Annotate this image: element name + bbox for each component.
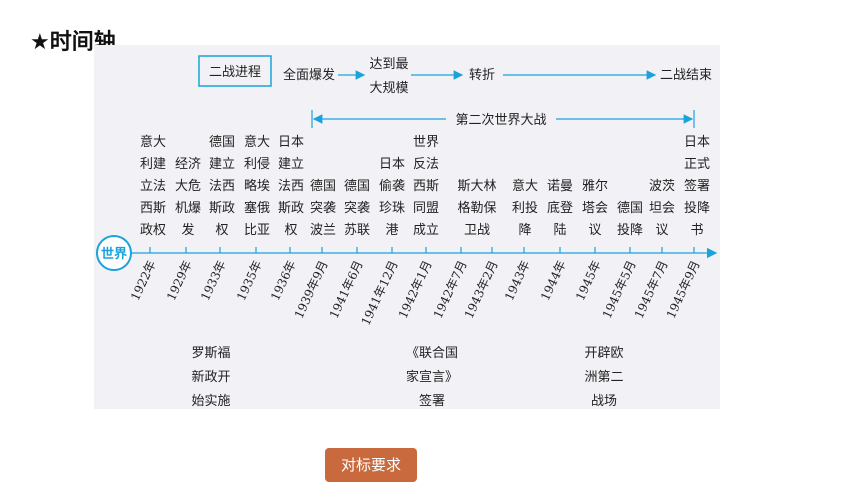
event-text-line: 意大	[244, 134, 270, 150]
event-text-line: 德国	[344, 179, 370, 194]
event-text-line: 经济	[175, 157, 201, 172]
event-text-line: 突袭	[310, 200, 336, 216]
event-text-line: 德国	[209, 135, 235, 150]
event-text-line: 诺曼	[547, 179, 573, 194]
event-year-label: 1933年	[198, 258, 229, 302]
below-note-line: 开辟欧	[584, 346, 623, 361]
event-text-line: 斯大林	[457, 179, 496, 194]
event-year-label: 1941年12月	[359, 258, 401, 327]
timeline-diagram: 二战进程 全面爆发 达到最 大规模 转折 二战结束 第二次世界大战 世界 意大利…	[96, 55, 718, 409]
event-text-line: 波兰	[310, 223, 336, 238]
event-text-line: 利建	[140, 157, 166, 172]
event-text-line: 反法	[413, 157, 439, 172]
event-text-line: 建立	[209, 157, 235, 172]
below-note-line: 战场	[591, 394, 617, 409]
event-text-line: 卫战	[464, 223, 490, 238]
event-text-line: 意大	[512, 178, 538, 194]
event-text-line: 同盟	[413, 201, 439, 216]
event-text-line: 偷袭	[379, 179, 405, 194]
event-text-line: 陆	[553, 222, 566, 238]
event-text-line: 政权	[140, 222, 166, 238]
stage-peak-line2: 大规模	[369, 81, 408, 96]
stage-end: 二战结束	[660, 68, 712, 83]
event-text-line: 权	[215, 222, 228, 238]
event-text-line: 西斯	[140, 201, 166, 216]
event-text-line: 成立	[413, 223, 439, 238]
event-text-line: 意大	[140, 134, 166, 150]
event-text-line: 投降	[684, 200, 710, 216]
event-year-label: 1935年	[234, 258, 265, 302]
event-text-line: 书	[690, 223, 703, 238]
event-text-line: 塞俄	[244, 200, 270, 216]
event-text-line: 德国	[617, 201, 643, 216]
progress-label: 二战进程	[209, 65, 261, 80]
event-text-line: 大危	[175, 179, 201, 194]
event-text-line: 西斯	[413, 179, 439, 194]
event-year-label: 1936年	[268, 258, 299, 302]
event-year-label: 1941年6月	[327, 258, 366, 320]
stage-turning: 转折	[469, 68, 495, 83]
event-text-line: 苏联	[344, 222, 370, 238]
event-text-line: 法西	[278, 179, 304, 194]
event-year-label: 1945年	[573, 258, 604, 302]
event-year-label: 1943年	[502, 258, 533, 302]
below-note-line: 新政开	[191, 369, 230, 385]
span-label: 第二次世界大战	[455, 112, 546, 128]
below-note-line: 《联合国	[406, 346, 458, 361]
event-text-line: 投降	[617, 222, 643, 238]
event-text-line: 斯政	[278, 201, 304, 216]
axis-label: 世界	[101, 246, 127, 262]
below-note-line: 罗斯福	[191, 346, 230, 361]
event-text-line: 波茨	[649, 179, 675, 194]
event-text-line: 比亚	[244, 223, 270, 238]
event-text-line: 议	[655, 223, 668, 238]
event-year-label: 1944年	[538, 258, 569, 302]
event-text-line: 略埃	[244, 178, 270, 194]
event-text-line: 突袭	[344, 200, 370, 216]
event-text-line: 建立	[278, 157, 304, 172]
event-text-line: 世界	[413, 135, 439, 150]
event-text-line: 法西	[209, 179, 235, 194]
event-text-line: 正式	[684, 157, 710, 172]
event-text-line: 权	[284, 222, 297, 238]
event-year-label: 1945年9月	[664, 258, 703, 320]
event-text-line: 议	[588, 223, 601, 238]
event-text-line: 雅尔	[582, 179, 608, 194]
event-text-line: 斯政	[209, 201, 235, 216]
event-text-line: 日本	[379, 157, 405, 172]
event-text-line: 德国	[310, 179, 336, 194]
event-year-label: 1922年	[128, 258, 159, 302]
event-text-line: 日本	[684, 135, 710, 150]
below-note-line: 家宣言》	[406, 369, 458, 385]
event-text-line: 珍珠	[379, 201, 405, 216]
event-text-line: 日本	[278, 135, 304, 150]
event-year-label: 1939年9月	[292, 258, 331, 320]
event-year-label: 1929年	[164, 258, 195, 302]
event-text-line: 底登	[547, 200, 573, 216]
event-text-line: 利侵	[244, 156, 270, 172]
below-note-line: 签署	[419, 393, 445, 409]
event-text-line: 机爆	[175, 201, 201, 216]
event-text-line: 降	[518, 223, 531, 238]
below-note-line: 洲第二	[584, 370, 623, 385]
benchmark-requirements-button[interactable]: 对标要求	[325, 448, 417, 482]
event-text-line: 塔会	[582, 201, 608, 216]
stage-peak-line1: 达到最	[369, 57, 408, 72]
below-note-line: 始实施	[191, 394, 230, 409]
event-text-line: 立法	[140, 179, 166, 194]
event-text-line: 格勒保	[457, 200, 496, 216]
event-text-line: 利投	[512, 200, 538, 216]
event-text-line: 发	[181, 222, 194, 238]
stage-outbreak: 全面爆发	[283, 67, 335, 83]
event-year-label: 1942年1月	[396, 258, 435, 320]
event-text-line: 坦会	[649, 201, 675, 216]
event-text-line: 港	[385, 223, 398, 238]
event-text-line: 签署	[684, 178, 710, 194]
